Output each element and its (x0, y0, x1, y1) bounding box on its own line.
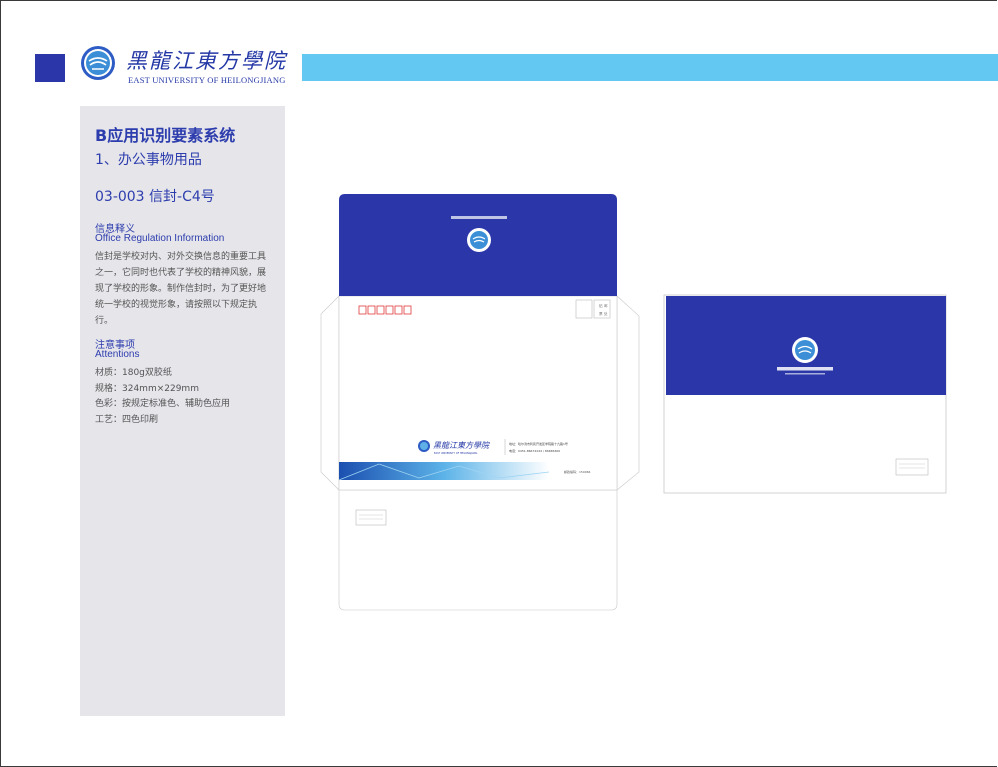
footer-logo-en: EAST UNIVERSITY OF HEILONGJIANG (434, 452, 477, 455)
info-body: 信封是学校对内、对外交换信息的重要工具之一，它同时也代表了学校的精神风貌，展现了… (95, 252, 267, 326)
envelope-front (338, 295, 618, 491)
logo-english-name: EAST UNIVERSITY OF HEILONGJIANG (128, 75, 286, 85)
university-emblem-icon (81, 46, 115, 80)
section-title: B应用识别要素系统 (95, 126, 236, 145)
attention-heading-en: Attentions (95, 349, 140, 360)
left-flap (320, 295, 340, 491)
svg-text:票: 票 (599, 311, 603, 316)
right-flap (616, 295, 640, 491)
wave-band (339, 462, 549, 480)
footer-logo-cn: 黑龍江東方學院 (433, 441, 491, 450)
spec-material: 材质：180g双胶纸 (95, 368, 172, 378)
spec-process: 工艺：四色印刷 (95, 414, 159, 425)
info-panel: B应用识别要素系统 1、办公事物用品 03-003 信封-C4号 信息释义 Of… (80, 106, 285, 716)
section-subtitle: 1、办公事物用品 (95, 152, 202, 168)
footer-phone: 电话：0451-86672244 / 86665600 (509, 448, 560, 453)
envelope-closed-mockup (663, 294, 947, 494)
logo-chinese-name: 黑龍江東方學院 (126, 49, 287, 73)
footer-postcode: 邮政编码：150066 (564, 469, 591, 474)
info-heading-en: Office Regulation Information (95, 233, 225, 244)
footer-address: 地址：哈尔滨市利民开发区学院路十九路1号 (509, 441, 568, 446)
spec-color: 色彩：按规定标准色、辅助色应用 (95, 399, 231, 409)
envelope-open-mockup: 贴 邮 票 处 黑龍江東方學院 EAST UNIVERSITY OF HEILO… (320, 194, 640, 611)
accent-square (35, 54, 65, 82)
svg-text:处: 处 (604, 311, 608, 316)
item-code: 03-003 信封-C4号 (95, 189, 215, 205)
spec-size: 规格：324mm×229mm (95, 383, 199, 394)
header-bar (302, 54, 998, 81)
bottom-flap (338, 489, 618, 611)
svg-text:邮: 邮 (604, 303, 608, 308)
svg-text:贴: 贴 (599, 303, 603, 308)
